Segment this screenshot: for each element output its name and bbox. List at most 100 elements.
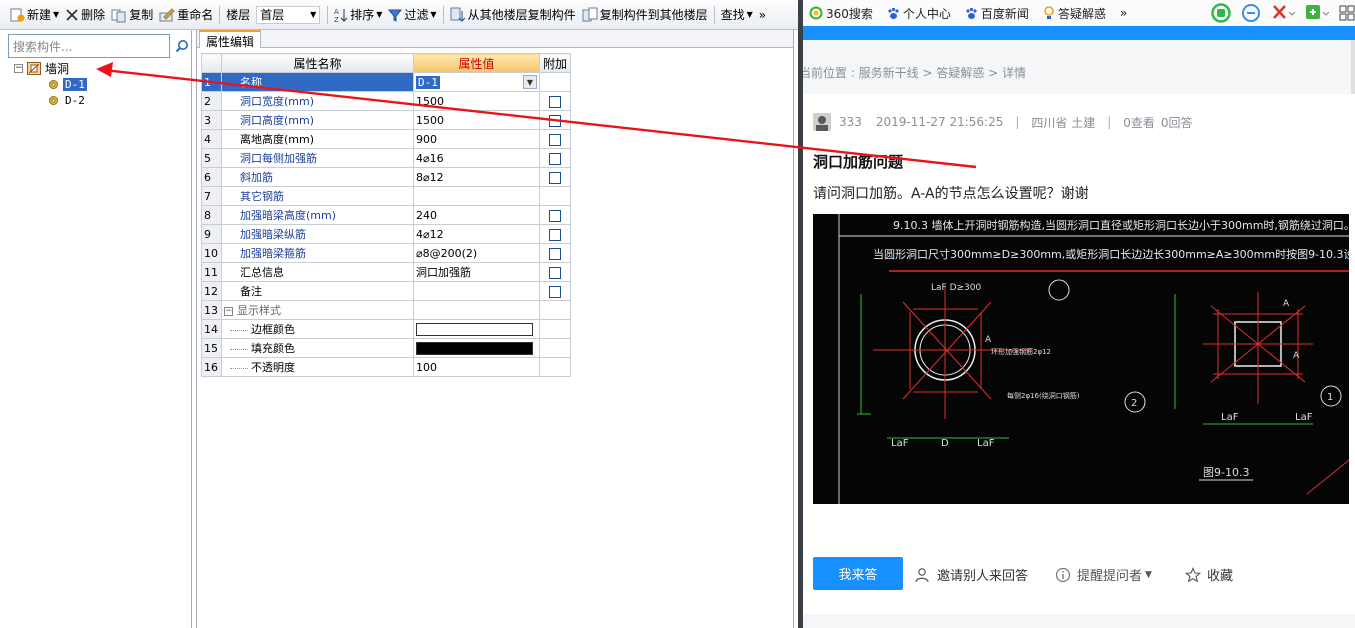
- property-value[interactable]: 240: [413, 205, 540, 225]
- apps-grid-icon[interactable]: [1339, 5, 1355, 21]
- invite-answer-button[interactable]: 邀请别人来回答: [915, 565, 1028, 584]
- paw-icon: [966, 7, 977, 19]
- extra-checkbox[interactable]: [549, 152, 561, 165]
- property-value[interactable]: 8⌀12: [413, 167, 540, 187]
- copy-to-floor-button[interactable]: 复制构件到其他楼层: [579, 4, 711, 26]
- answer-button[interactable]: 我来答: [813, 557, 903, 590]
- extra-checkbox[interactable]: [549, 114, 561, 127]
- property-value[interactable]: ⌀8@200(2): [413, 243, 540, 263]
- row-number-header: [201, 53, 222, 73]
- extra-checkbox[interactable]: [549, 133, 561, 146]
- extra-checkbox[interactable]: [549, 247, 561, 260]
- extra-checkbox[interactable]: [549, 228, 561, 241]
- property-value[interactable]: 4⌀12: [413, 224, 540, 244]
- toolbar-overflow-button[interactable]: »: [756, 4, 769, 26]
- cad-note-line2: 当圆形洞口尺寸300mm≥D≥300mm,或矩形洞口长边边长300mm≥A≥30…: [873, 247, 1349, 261]
- property-row[interactable]: 11 汇总信息 洞口加强筋: [201, 262, 571, 282]
- chevron-down-icon: ▼: [746, 10, 753, 19]
- extra-checkbox[interactable]: [549, 209, 561, 222]
- question-author[interactable]: 333: [839, 115, 862, 129]
- find-button[interactable]: 查找 ▼: [718, 4, 756, 26]
- tree-node-d2[interactable]: D-2: [14, 92, 188, 108]
- extension-icon[interactable]: [1305, 3, 1329, 23]
- property-row[interactable]: 6 斜加筋 8⌀12: [201, 167, 571, 187]
- wall-opening-icon: [27, 61, 41, 75]
- border-color-swatch[interactable]: [416, 322, 533, 336]
- tree-node-d1[interactable]: D-1: [14, 76, 188, 92]
- collapse-toggle[interactable]: −: [224, 306, 233, 316]
- property-row[interactable]: 5 洞口每侧加强筋 4⌀16: [201, 148, 571, 168]
- property-row-name[interactable]: 1 名称 D-1 ▼: [201, 72, 571, 92]
- bookmark-qa[interactable]: 答疑解惑: [1043, 5, 1106, 22]
- new-button[interactable]: 新建 ▼: [6, 4, 62, 26]
- property-row[interactable]: 12 备注: [201, 281, 571, 301]
- copy-button[interactable]: 复制: [108, 4, 156, 26]
- collapse-toggle[interactable]: −: [14, 63, 23, 73]
- cad-drawing-image[interactable]: 9.10.3 墙体上开洞时钢筋构造,当圆形洞口直径或矩形洞口长边小于300mm时…: [813, 214, 1349, 504]
- property-value[interactable]: [413, 186, 540, 206]
- property-group-row[interactable]: 13 − 显示样式: [201, 300, 571, 320]
- site-header-bar: [803, 26, 1355, 40]
- extra-checkbox[interactable]: [549, 266, 561, 279]
- bookmark-personal-center[interactable]: 个人中心: [887, 5, 951, 22]
- bookmark-baidu-news[interactable]: 百度新闻: [965, 5, 1029, 22]
- property-row[interactable]: 3 洞口高度(mm) 1500: [201, 110, 571, 130]
- svg-text:LaF: LaF: [891, 438, 909, 449]
- name-value-dropdown[interactable]: D-1 ▼: [413, 72, 540, 92]
- lightbulb-icon: [1044, 6, 1054, 19]
- bookmarks-overflow-button[interactable]: »: [1120, 6, 1127, 20]
- sort-button[interactable]: AZ 排序 ▼: [331, 4, 385, 26]
- tree-node-wall-opening[interactable]: − 墙洞: [14, 60, 188, 76]
- property-row[interactable]: 15 填充颜色: [201, 338, 571, 358]
- collect-button[interactable]: 收藏: [1185, 565, 1233, 584]
- property-header-row: 属性名称 属性值 附加: [201, 53, 571, 73]
- question-location: 四川省 土建: [1031, 115, 1096, 130]
- floor-select[interactable]: 首层 ▼: [256, 5, 321, 24]
- property-row[interactable]: 4 离地高度(mm) 900: [201, 129, 571, 149]
- avatar[interactable]: [813, 113, 831, 131]
- property-editor-pane: 属性编辑 属性名称 属性值 附加 1 名称 D-1 ▼ 2 洞口宽度(mm) 1…: [196, 30, 794, 628]
- bookmark-360-search[interactable]: 360搜索: [809, 5, 873, 22]
- scissors-icon[interactable]: [1271, 3, 1295, 23]
- property-row[interactable]: 8 加强暗梁高度(mm) 240: [201, 205, 571, 225]
- property-row[interactable]: 10 加强暗梁箍筋 ⌀8@200(2): [201, 243, 571, 263]
- minus-circle-icon[interactable]: [1241, 3, 1261, 23]
- property-value[interactable]: 100: [413, 357, 540, 377]
- rename-button[interactable]: 重命名: [156, 4, 216, 26]
- sort-icon: AZ: [334, 8, 348, 23]
- gtj-application-window: 新建 ▼ 删除 复制 重命名 楼层 首层 ▼ AZ 排序 ▼ 过滤 ▼ 从其他楼…: [0, 0, 798, 628]
- remind-asker-button[interactable]: 提醒提问者 ▼: [1055, 565, 1152, 584]
- chevron-down-icon[interactable]: ▼: [523, 75, 537, 89]
- toolbar-separator: [219, 5, 221, 24]
- extra-checkbox[interactable]: [549, 95, 561, 108]
- property-value[interactable]: 洞口加强筋: [413, 262, 540, 282]
- chevron-down-icon: ▼: [310, 10, 317, 19]
- green-chat-icon[interactable]: [1211, 3, 1231, 23]
- extra-checkbox[interactable]: [549, 171, 561, 184]
- property-row[interactable]: 14 边框颜色: [201, 319, 571, 339]
- fill-color-swatch[interactable]: [416, 341, 533, 355]
- property-value[interactable]: 1500: [413, 110, 540, 130]
- property-row[interactable]: 7 其它钢筋: [201, 186, 571, 206]
- property-row[interactable]: 16 不透明度 100: [201, 357, 571, 377]
- extra-checkbox[interactable]: [549, 285, 561, 298]
- search-button[interactable]: [172, 34, 192, 58]
- delete-button[interactable]: 删除: [62, 4, 108, 26]
- property-value[interactable]: 1500: [413, 91, 540, 111]
- property-value[interactable]: [413, 281, 540, 301]
- new-icon: [10, 8, 25, 21]
- tab-property-edit[interactable]: 属性编辑: [199, 30, 262, 49]
- property-tabbar: 属性编辑: [197, 30, 793, 49]
- property-row[interactable]: 9 加强暗梁纵筋 4⌀12: [201, 224, 571, 244]
- svg-text:LaF: LaF: [1295, 412, 1313, 423]
- svg-text:A: A: [1293, 351, 1300, 361]
- fill-color-swatch-cell[interactable]: [413, 338, 540, 358]
- property-value[interactable]: 900: [413, 129, 540, 149]
- component-search-input[interactable]: 搜索构件...: [8, 34, 170, 58]
- property-value[interactable]: 4⌀16: [413, 148, 540, 168]
- copy-from-floor-button[interactable]: 从其他楼层复制构件: [447, 4, 579, 26]
- copy-from-floor-icon: [450, 7, 465, 22]
- border-color-swatch-cell[interactable]: [413, 319, 540, 339]
- property-row[interactable]: 2 洞口宽度(mm) 1500: [201, 91, 571, 111]
- filter-button[interactable]: 过滤 ▼: [385, 4, 439, 26]
